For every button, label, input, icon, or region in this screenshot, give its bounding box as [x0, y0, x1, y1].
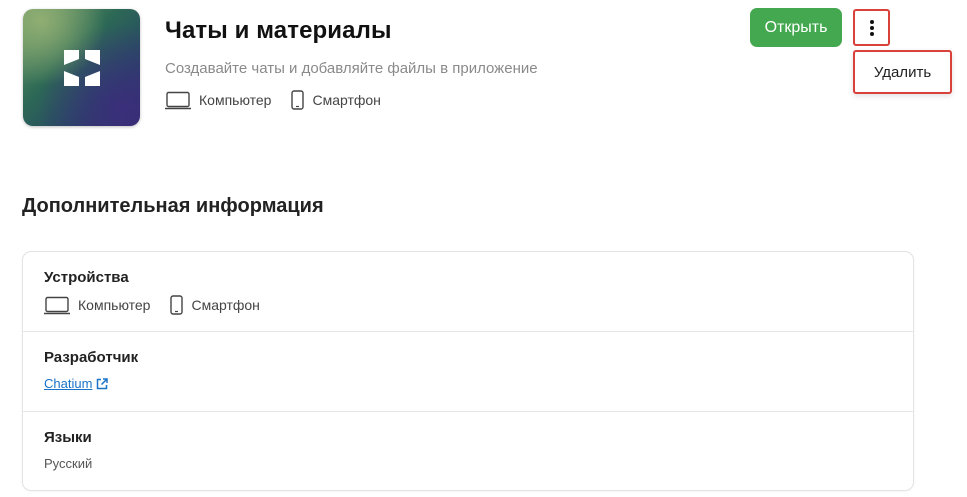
- device-label: Смартфон: [191, 297, 260, 313]
- smartphone-icon: [170, 295, 184, 315]
- app-platforms: Компьютер Смартфон: [165, 90, 401, 110]
- info-row-languages: Языки Русский: [23, 412, 913, 492]
- app-subtitle: Создавайте чаты и добавляйте файлы в при…: [165, 60, 538, 77]
- chatium-logo-icon: [63, 49, 100, 86]
- devices-label: Устройства: [44, 269, 129, 286]
- options-dropdown: Удалить: [853, 50, 952, 94]
- info-row-developer: Разработчик Chatium: [23, 332, 913, 412]
- developer-link[interactable]: Chatium: [44, 376, 109, 391]
- device-label: Компьютер: [78, 297, 151, 313]
- delete-menu-item[interactable]: Удалить: [874, 64, 931, 81]
- languages-label: Языки: [44, 429, 92, 446]
- platform-smartphone: Смартфон: [291, 90, 381, 110]
- language-value: Русский: [44, 456, 93, 471]
- device-smartphone: Смартфон: [170, 295, 260, 315]
- smartphone-icon: [291, 90, 305, 110]
- laptop-icon: [165, 91, 191, 109]
- developer-label: Разработчик: [44, 349, 139, 366]
- more-options-button[interactable]: [853, 9, 890, 46]
- platform-label: Смартфон: [312, 92, 381, 108]
- additional-info-card: Устройства Компьютер Смартфон Разработчи…: [22, 251, 914, 491]
- app-title: Чаты и материалы: [165, 17, 392, 44]
- external-link-icon: [97, 377, 109, 389]
- platform-desktop: Компьютер: [165, 91, 271, 110]
- devices-list: Компьютер Смартфон: [44, 295, 892, 315]
- open-button[interactable]: Открыть: [750, 8, 842, 47]
- laptop-icon: [44, 296, 70, 314]
- device-desktop: Компьютер: [44, 296, 150, 315]
- info-row-devices: Устройства Компьютер Смартфон: [23, 252, 913, 332]
- app-icon: [23, 9, 140, 126]
- developer-link-text: Chatium: [44, 376, 93, 391]
- additional-info-title: Дополнительная информация: [22, 195, 324, 217]
- platform-label: Компьютер: [199, 92, 272, 108]
- more-vertical-icon: [869, 19, 874, 36]
